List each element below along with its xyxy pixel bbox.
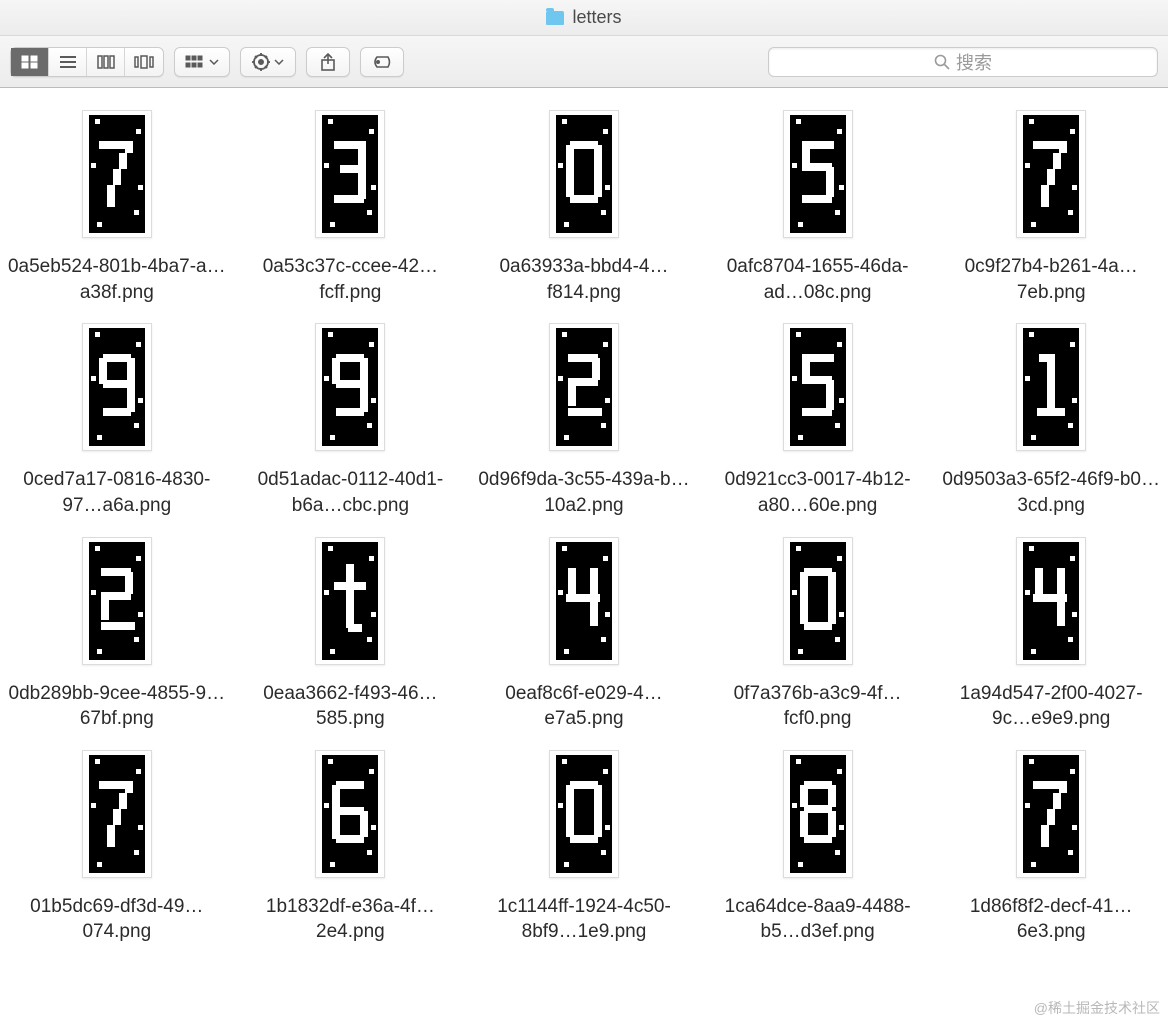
- file-item[interactable]: 0d921cc3-0017-4b12-a80…60e.png: [701, 311, 935, 518]
- file-name-label[interactable]: 0f7a376b-a3c9-4f…fcf0.png: [708, 681, 928, 732]
- file-name-label[interactable]: 0c9f27b4-b261-4a…7eb.png: [941, 254, 1161, 305]
- file-grid-area: 0a5eb524-801b-4ba7-a…a38f.png 0a53c37c-cc…: [0, 88, 1168, 1024]
- file-thumbnail[interactable]: [82, 110, 152, 238]
- file-name-label[interactable]: 1a94d547-2f00-4027-9c…e9e9.png: [941, 681, 1161, 732]
- window-title: letters: [572, 7, 621, 28]
- file-thumbnail[interactable]: [783, 537, 853, 665]
- file-item[interactable]: 0eaf8c6f-e029-4…e7a5.png: [467, 525, 701, 732]
- share-button[interactable]: [306, 47, 350, 77]
- file-name-label[interactable]: 0a63933a-bbd4-4…f814.png: [474, 254, 694, 305]
- search-icon: [934, 54, 950, 70]
- search-placeholder: 搜索: [956, 49, 992, 75]
- file-name-label[interactable]: 1d86f8f2-decf-41…6e3.png: [941, 894, 1161, 945]
- column-view-button[interactable]: [87, 48, 125, 76]
- titlebar: letters: [0, 0, 1168, 36]
- file-thumbnail[interactable]: [549, 323, 619, 451]
- file-thumbnail[interactable]: [315, 750, 385, 878]
- file-thumbnail[interactable]: [783, 323, 853, 451]
- file-thumbnail[interactable]: [1016, 537, 1086, 665]
- file-thumbnail[interactable]: [82, 323, 152, 451]
- file-name-label[interactable]: 0d9503a3-65f2-46f9-b0…3cd.png: [941, 467, 1161, 518]
- file-item[interactable]: 01b5dc69-df3d-49…074.png: [0, 738, 234, 945]
- file-name-label[interactable]: 0a53c37c-ccee-42…fcff.png: [240, 254, 460, 305]
- file-thumbnail[interactable]: [1016, 750, 1086, 878]
- file-item[interactable]: 0a53c37c-ccee-42…fcff.png: [234, 98, 468, 305]
- action-button[interactable]: [240, 47, 296, 77]
- arrange-button[interactable]: [174, 47, 230, 77]
- file-item[interactable]: 1d86f8f2-decf-41…6e3.png: [934, 738, 1168, 945]
- file-thumbnail[interactable]: [1016, 110, 1086, 238]
- file-item[interactable]: 0d96f9da-3c55-439a-b…10a2.png: [467, 311, 701, 518]
- file-thumbnail[interactable]: [315, 110, 385, 238]
- file-thumbnail[interactable]: [82, 750, 152, 878]
- file-name-label[interactable]: 1ca64dce-8aa9-4488-b5…d3ef.png: [708, 894, 928, 945]
- file-item[interactable]: 0afc8704-1655-46da-ad…08c.png: [701, 98, 935, 305]
- file-item[interactable]: 0c9f27b4-b261-4a…7eb.png: [934, 98, 1168, 305]
- file-thumbnail[interactable]: [315, 323, 385, 451]
- file-thumbnail[interactable]: [82, 537, 152, 665]
- file-item[interactable]: 1c1144ff-1924-4c50-8bf9…1e9.png: [467, 738, 701, 945]
- file-name-label[interactable]: 1b1832df-e36a-4f…2e4.png: [240, 894, 460, 945]
- file-thumbnail[interactable]: [549, 750, 619, 878]
- file-name-label[interactable]: 0d51adac-0112-40d1-b6a…cbc.png: [240, 467, 460, 518]
- file-item[interactable]: 0a63933a-bbd4-4…f814.png: [467, 98, 701, 305]
- file-item[interactable]: 1b1832df-e36a-4f…2e4.png: [234, 738, 468, 945]
- search-field[interactable]: 搜索: [768, 47, 1158, 77]
- file-thumbnail[interactable]: [783, 750, 853, 878]
- file-item[interactable]: 1a94d547-2f00-4027-9c…e9e9.png: [934, 525, 1168, 732]
- file-name-label[interactable]: 0afc8704-1655-46da-ad…08c.png: [708, 254, 928, 305]
- view-mode-segmented[interactable]: [10, 47, 164, 77]
- file-name-label[interactable]: 1c1144ff-1924-4c50-8bf9…1e9.png: [474, 894, 694, 945]
- file-item[interactable]: 0ced7a17-0816-4830-97…a6a.png: [0, 311, 234, 518]
- file-item[interactable]: 0db289bb-9cee-4855-9…67bf.png: [0, 525, 234, 732]
- file-thumbnail[interactable]: [315, 537, 385, 665]
- file-item[interactable]: 0eaa3662-f493-46…585.png: [234, 525, 468, 732]
- gallery-view-button[interactable]: [125, 48, 163, 76]
- icon-view-button[interactable]: [11, 48, 49, 76]
- file-thumbnail[interactable]: [549, 537, 619, 665]
- file-thumbnail[interactable]: [549, 110, 619, 238]
- folder-icon: [546, 11, 564, 25]
- file-item[interactable]: 0d9503a3-65f2-46f9-b0…3cd.png: [934, 311, 1168, 518]
- file-item[interactable]: 1ca64dce-8aa9-4488-b5…d3ef.png: [701, 738, 935, 945]
- file-thumbnail[interactable]: [1016, 323, 1086, 451]
- file-item[interactable]: 0a5eb524-801b-4ba7-a…a38f.png: [0, 98, 234, 305]
- file-name-label[interactable]: 0a5eb524-801b-4ba7-a…a38f.png: [7, 254, 227, 305]
- file-name-label[interactable]: 0db289bb-9cee-4855-9…67bf.png: [7, 681, 227, 732]
- file-name-label[interactable]: 0d921cc3-0017-4b12-a80…60e.png: [708, 467, 928, 518]
- toolbar: 搜索: [0, 36, 1168, 88]
- file-name-label[interactable]: 0eaa3662-f493-46…585.png: [240, 681, 460, 732]
- file-name-label[interactable]: 01b5dc69-df3d-49…074.png: [7, 894, 227, 945]
- list-view-button[interactable]: [49, 48, 87, 76]
- tags-button[interactable]: [360, 47, 404, 77]
- file-thumbnail[interactable]: [783, 110, 853, 238]
- file-name-label[interactable]: 0ced7a17-0816-4830-97…a6a.png: [7, 467, 227, 518]
- watermark-text: @稀土掘金技术社区: [1034, 998, 1160, 1018]
- file-name-label[interactable]: 0eaf8c6f-e029-4…e7a5.png: [474, 681, 694, 732]
- file-name-label[interactable]: 0d96f9da-3c55-439a-b…10a2.png: [474, 467, 694, 518]
- file-item[interactable]: 0d51adac-0112-40d1-b6a…cbc.png: [234, 311, 468, 518]
- file-item[interactable]: 0f7a376b-a3c9-4f…fcf0.png: [701, 525, 935, 732]
